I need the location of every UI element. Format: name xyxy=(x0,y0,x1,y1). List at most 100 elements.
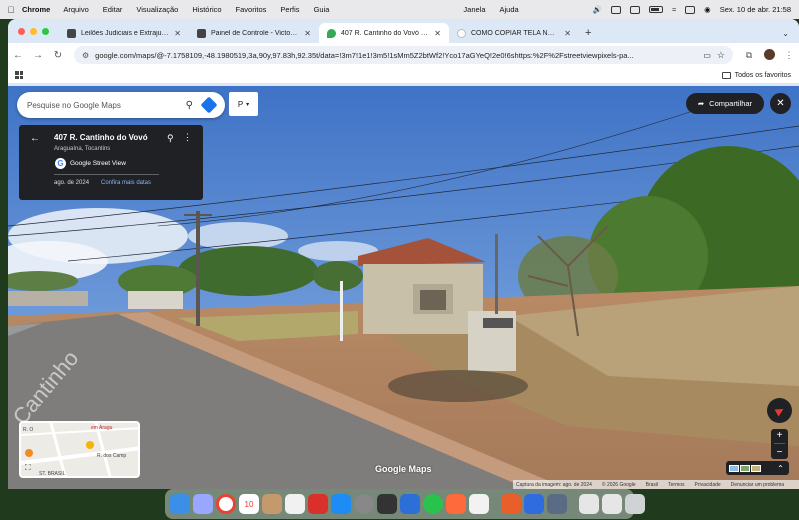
menu-perfis[interactable]: Perfis xyxy=(280,5,299,14)
tab-painel[interactable]: Painel de Controle - Victor Di ✕ xyxy=(189,23,319,43)
expand-thumbnails-button[interactable]: ⌃ xyxy=(772,461,789,475)
tab-close-icon[interactable]: ✕ xyxy=(174,29,181,38)
launchpad-icon[interactable] xyxy=(193,494,213,514)
tab-close-icon[interactable]: ✕ xyxy=(304,29,311,38)
share-icon: ➦ xyxy=(697,99,705,108)
menu-app-name[interactable]: Chrome xyxy=(22,5,50,14)
status-icon[interactable] xyxy=(611,5,622,14)
compass-needle-icon xyxy=(774,405,785,416)
calculator-icon[interactable] xyxy=(377,494,397,514)
close-street-view-button[interactable]: ✕ xyxy=(770,93,791,114)
place-address: 407 R. Cantinho do Vovó xyxy=(54,133,148,142)
zoom-window-button[interactable] xyxy=(42,28,49,35)
reminders-icon[interactable] xyxy=(285,494,305,514)
divider xyxy=(54,174,159,175)
share-button[interactable]: ➦ Compartilhar xyxy=(686,93,764,114)
thumbnail[interactable] xyxy=(740,464,750,472)
trash-icon[interactable] xyxy=(625,494,645,514)
system-settings-icon[interactable] xyxy=(354,494,374,514)
location-pin-icon[interactable]: ⚲ xyxy=(167,133,174,144)
profile-avatar[interactable] xyxy=(759,48,779,62)
acrobat-icon[interactable] xyxy=(308,494,328,514)
privacy-link[interactable]: Privacidade xyxy=(695,482,721,488)
minimap[interactable]: em Aragu R. O R. dos Camp ST. BRASIL ⛶ xyxy=(19,421,140,478)
screen-mirror-icon[interactable] xyxy=(630,5,641,14)
menu-ajuda[interactable]: Ajuda xyxy=(500,5,519,14)
whatsapp-icon[interactable] xyxy=(423,494,443,514)
menu-janela[interactable]: Janela xyxy=(463,5,485,14)
tab-search-chevron-icon[interactable]: ⌄ xyxy=(782,29,789,38)
menu-favoritos[interactable]: Favoritos xyxy=(236,5,267,14)
tab-close-icon[interactable]: ✕ xyxy=(564,29,571,38)
maps-search-input[interactable]: Pesquise no Google Maps ⚲ xyxy=(17,92,225,118)
zoom-out-button[interactable]: − xyxy=(777,447,783,458)
terms-link[interactable]: Termos xyxy=(668,482,684,488)
firefox-icon[interactable] xyxy=(446,494,466,514)
close-window-button[interactable] xyxy=(18,28,25,35)
expand-minimap-icon[interactable]: ⛶ xyxy=(25,463,31,473)
pegman-icon[interactable] xyxy=(25,449,33,457)
menu-editar[interactable]: Editar xyxy=(103,5,123,14)
location-info-card: ← 407 R. Cantinho do Vovó Araguaína, Toc… xyxy=(19,125,203,200)
tab-google-maps[interactable]: 407 R. Cantinho do Vovó - Go ✕ xyxy=(319,23,449,43)
preview-icon[interactable] xyxy=(469,494,489,514)
apps-grid-icon[interactable] xyxy=(15,71,23,79)
report-problem-link[interactable]: Denunciar um problema xyxy=(731,482,784,488)
share-label: Compartilhar xyxy=(709,99,753,108)
site-info-icon[interactable]: ⚙ xyxy=(82,51,89,60)
search-icon[interactable]: ⚲ xyxy=(186,100,193,111)
recent-app-icon[interactable] xyxy=(501,494,521,514)
macos-dock: 10 xyxy=(165,489,645,519)
apple-icon[interactable]:  xyxy=(0,5,22,15)
tab-como-copiar[interactable]: COMO COPIAR TELA NO MAC ✕ xyxy=(449,23,579,43)
directions-icon[interactable] xyxy=(200,96,218,114)
minimize-window-button[interactable] xyxy=(30,28,37,35)
minimap-label: ST. BRASIL xyxy=(39,471,66,477)
battery-icon[interactable] xyxy=(649,6,664,13)
country-link[interactable]: Brasil xyxy=(646,482,659,488)
wifi-icon[interactable]: ≈ xyxy=(672,5,676,14)
all-bookmarks-button[interactable]: Todos os favoritos xyxy=(721,71,791,79)
calendar-icon[interactable]: 10 xyxy=(239,494,259,514)
street-view-panorama[interactable]: Cantinho Pesquise no Google Maps ⚲ P ▾ ➦… xyxy=(8,86,799,489)
chrome-icon[interactable] xyxy=(216,494,236,514)
address-bar[interactable]: ⚙ google.com/maps/@-7.1758109,-48.198051… xyxy=(74,46,733,64)
document-icon[interactable] xyxy=(602,494,622,514)
chrome-menu-icon[interactable]: ⋮ xyxy=(779,50,799,61)
dropbox-icon[interactable] xyxy=(524,494,544,514)
new-tab-button[interactable]: + xyxy=(579,27,599,43)
clock-text[interactable]: Sex. 10 de abr. 21:58 xyxy=(720,5,791,14)
bookmark-star-icon[interactable]: ☆ xyxy=(717,50,725,61)
extensions-icon[interactable]: ⧉ xyxy=(739,50,759,61)
more-options-icon[interactable]: ⋮ xyxy=(183,132,192,143)
app-store-icon[interactable] xyxy=(331,494,351,514)
siri-icon[interactable]: ◉ xyxy=(704,5,711,14)
menu-arquivo[interactable]: Arquivo xyxy=(63,5,88,14)
zoom-in-button[interactable]: + xyxy=(777,430,783,441)
volume-icon[interactable]: 🔊 xyxy=(593,5,602,14)
document-icon[interactable] xyxy=(579,494,599,514)
more-dates-link[interactable]: Confira mais datas xyxy=(101,180,151,186)
cast-icon[interactable]: ▭ xyxy=(703,51,711,60)
back-arrow-icon[interactable]: ← xyxy=(30,133,40,144)
notes-icon[interactable] xyxy=(262,494,282,514)
finder-icon[interactable] xyxy=(170,494,190,514)
menu-guia[interactable]: Guia xyxy=(314,5,330,14)
tab-leiloes[interactable]: Leilões Judiciais e Extrajudic ✕ xyxy=(59,23,189,43)
macos-menu-bar:  Chrome Arquivo Editar Visualização His… xyxy=(0,0,799,19)
back-icon[interactable]: ← xyxy=(8,50,28,61)
control-center-icon[interactable] xyxy=(685,5,696,14)
minimap-label: R. dos Camp xyxy=(97,453,127,459)
compass-button[interactable] xyxy=(767,398,792,423)
tab-close-icon[interactable]: ✕ xyxy=(434,29,441,38)
thumbnail[interactable] xyxy=(729,464,739,472)
forward-icon[interactable]: → xyxy=(28,50,48,61)
url-text[interactable]: google.com/maps/@-7.1758109,-48.1980519,… xyxy=(95,51,697,60)
menu-historico[interactable]: Histórico xyxy=(192,5,221,14)
reload-icon[interactable]: ↻ xyxy=(48,50,68,61)
outlook-icon[interactable] xyxy=(400,494,420,514)
recent-app-icon[interactable] xyxy=(547,494,567,514)
thumbnail[interactable] xyxy=(751,464,761,472)
layers-button[interactable]: P ▾ xyxy=(229,92,258,116)
menu-visualizacao[interactable]: Visualização xyxy=(136,5,178,14)
